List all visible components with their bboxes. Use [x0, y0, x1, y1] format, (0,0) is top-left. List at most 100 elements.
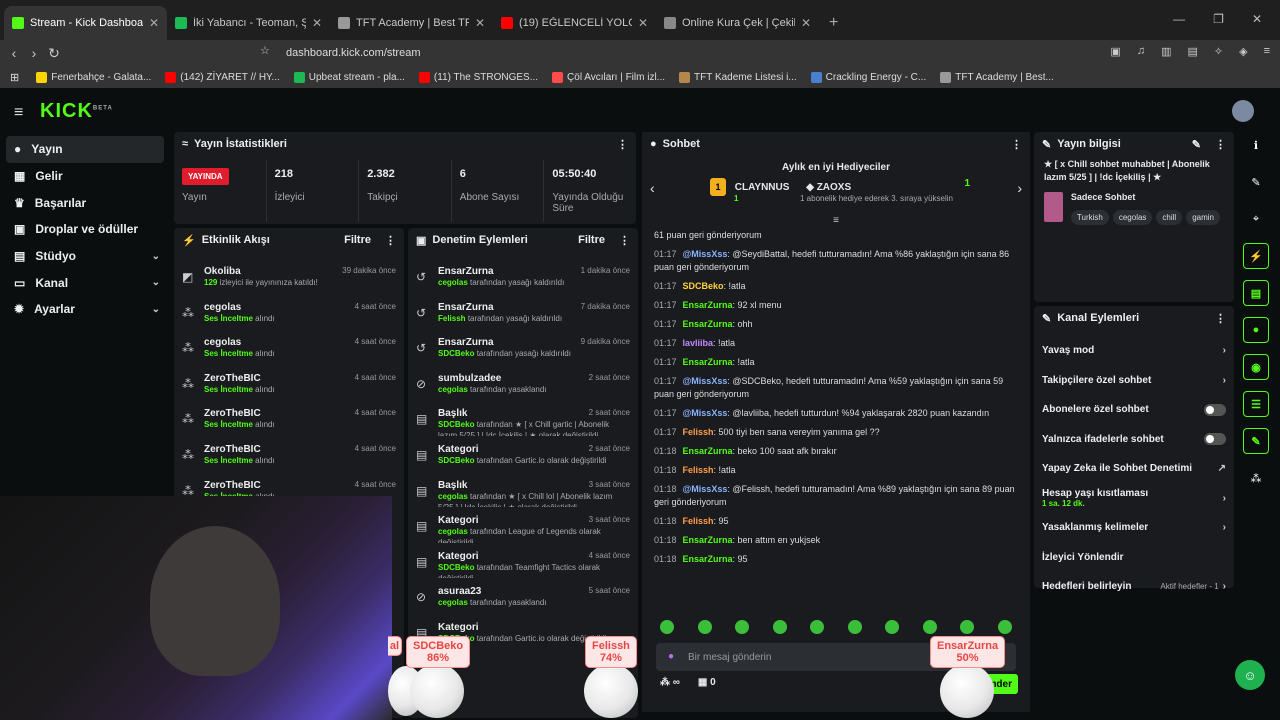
url-field[interactable]: dashboard.kick.com/stream	[256, 42, 998, 64]
channel-action[interactable]: Hedefleri belirleyin Aktif hedefler - 1 ›	[1034, 572, 1234, 602]
moderation-item[interactable]: ⊘ asuraa23 5 saat önce cegolas tarafından y…	[408, 582, 638, 618]
more-icon[interactable]: ⋮	[385, 234, 396, 247]
activity-item[interactable]: ⁂ ZeroTheBIC 4 saat önce Ses İnceltme alınd…	[174, 369, 404, 405]
more-icon[interactable]: ⋮	[1011, 138, 1022, 151]
activity-item[interactable]: ◩ Okoliba 39 dakika önce 129 izleyici ile y…	[174, 262, 404, 298]
chat-user[interactable]: Felissh	[683, 516, 714, 526]
emote-icon[interactable]	[697, 620, 712, 634]
moderation-item[interactable]: ⊘ sumbulzadee 2 saat önce cegolas tarafında…	[408, 369, 638, 405]
channel-action[interactable]: Takipçilere özel sohbet ›	[1034, 366, 1234, 396]
browser-tab[interactable]: İki Yabancı - Teoman, Şebnem Fe ✕	[167, 6, 330, 40]
channel-action[interactable]: Hesap yaşı kısıtlaması 1 sa. 12 dk. ›	[1034, 484, 1234, 514]
moderation-item[interactable]: ↺ EnsarZurna 9 dakika önce SDCBeko tarafınd…	[408, 333, 638, 369]
activity-item[interactable]: ⁂ cegolas 4 saat önce Ses İnceltme alındı	[174, 333, 404, 369]
moderation-item[interactable]: ▤ Başlık 3 saat önce cegolas tarafından ★ […	[408, 476, 638, 512]
sidebar-item[interactable]: ● Yayın	[6, 136, 164, 163]
music-icon[interactable]: ♫	[1137, 45, 1145, 58]
chat-user[interactable]: Felissh	[683, 427, 714, 437]
close-tab-icon[interactable]: ✕	[312, 16, 322, 30]
shield-icon[interactable]: ◈	[1239, 45, 1247, 58]
menu-toggle-icon[interactable]: ≡	[14, 104, 23, 122]
note-icon[interactable]: ▤	[1243, 280, 1269, 306]
emote-icon[interactable]	[772, 620, 787, 634]
reload-icon[interactable]: ↻	[44, 45, 64, 62]
close-window-icon[interactable]: ✕	[1252, 12, 1262, 26]
channel-action[interactable]: İzleyici Yönlendir	[1034, 543, 1234, 573]
channel-action[interactable]: Yalnızca ifadelerle sohbet	[1034, 425, 1234, 455]
next-icon[interactable]: ›	[1017, 180, 1022, 196]
avatar[interactable]	[1232, 100, 1254, 122]
mod-icon[interactable]: ⁂	[1243, 465, 1269, 491]
filter-button[interactable]: Filtre	[344, 234, 371, 246]
channel-action[interactable]: Yapay Zeka ile Sohbet Denetimi ↗	[1034, 454, 1234, 484]
chevron-right-icon[interactable]: ›	[1223, 375, 1226, 386]
bolt-icon[interactable]: ⚡	[1243, 243, 1269, 269]
chevron-down-icon[interactable]: ⌄	[152, 277, 160, 288]
browser-tab[interactable]: (19) EĞLENCELİ YOLCULUĞUN SONU ✕	[493, 6, 656, 40]
info-icon[interactable]: ℹ	[1243, 132, 1269, 158]
mic-icon[interactable]: ●	[668, 651, 674, 662]
bookmark-item[interactable]: Çöl Avcıları | Film izl...	[545, 71, 672, 83]
bookmark-item[interactable]: (11) The STRONGES...	[412, 71, 545, 83]
more-icon[interactable]: ⋮	[1215, 312, 1226, 325]
prev-icon[interactable]: ‹	[650, 180, 655, 196]
activity-item[interactable]: ⁂ cegolas 4 saat önce Ses İnceltme alındı	[174, 298, 404, 334]
chat-user[interactable]: EnsarZurna	[683, 357, 733, 367]
wallet-icon[interactable]: ▤	[1187, 45, 1197, 58]
bookmark-icon[interactable]: ☆	[260, 44, 270, 57]
apps-icon[interactable]: ⊞	[0, 71, 29, 84]
new-tab-icon[interactable]: +	[819, 14, 848, 40]
chevron-right-icon[interactable]: ›	[1223, 345, 1226, 356]
chevron-right-icon[interactable]: ›	[1223, 493, 1226, 504]
more-icon[interactable]: ⋮	[1215, 138, 1226, 151]
chevron-down-icon[interactable]: ⌄	[152, 304, 160, 315]
close-tab-icon[interactable]: ✕	[638, 16, 648, 30]
chat-user[interactable]: @MissXss	[683, 376, 728, 386]
sidebar-item[interactable]: ▭ Kanal ⌄	[6, 269, 164, 296]
emote-icon[interactable]	[847, 620, 862, 634]
emote-icon[interactable]	[922, 620, 937, 634]
browser-tab[interactable]: Online Kura Çek | Çekiliş Yap ✕	[656, 6, 819, 40]
sidebar-item[interactable]: ▤ Stüdyo ⌄	[6, 243, 164, 270]
chevron-right-icon[interactable]: ›	[1223, 581, 1226, 592]
external-link-icon[interactable]: ↗	[1218, 463, 1226, 474]
chat-user[interactable]: EnsarZurna	[683, 446, 733, 456]
sidebar-item[interactable]: ▦ Gelir	[6, 163, 164, 190]
moderation-item[interactable]: ▤ Kategori 4 saat önce SDCBeko tarafından T…	[408, 547, 638, 583]
chat-user[interactable]: EnsarZurna	[683, 300, 733, 310]
chat-user[interactable]: SDCBeko	[683, 281, 724, 291]
chat-user[interactable]: EnsarZurna	[683, 554, 733, 564]
channel-action[interactable]: Yasaklanmış kelimeler ›	[1034, 513, 1234, 543]
screen-icon[interactable]: ▣	[1110, 45, 1120, 58]
emote-icon[interactable]	[960, 620, 975, 634]
moderation-item[interactable]: ▤ Kategori 2 saat önce SDCBeko tarafından G…	[408, 440, 638, 476]
channel-action[interactable]: Abonelere özel sohbet	[1034, 395, 1234, 425]
chevron-down-icon[interactable]: ⌄	[152, 251, 160, 262]
chat-user[interactable]: @MissXss	[683, 484, 728, 494]
moderation-item[interactable]: ▤ Başlık 2 saat önce SDCBeko tarafından ★ […	[408, 404, 638, 440]
more-icon[interactable]: ⋮	[617, 138, 628, 151]
list-icon[interactable]: ☰	[1243, 391, 1269, 417]
bookmark-item[interactable]: Crackling Energy - C...	[804, 71, 934, 83]
moderation-item[interactable]: ↺ EnsarZurna 7 dakika önce Felissh tarafınd…	[408, 298, 638, 334]
points-counter[interactable]: ▦ 0	[698, 677, 716, 688]
tag-chip[interactable]: cegolas	[1112, 210, 1153, 225]
more-icon[interactable]: ⋮	[619, 234, 630, 247]
tag-chip[interactable]: chill	[1156, 210, 1183, 225]
chat-user[interactable]: Felissh	[683, 465, 714, 475]
close-tab-icon[interactable]: ✕	[801, 16, 811, 30]
chat-user[interactable]: lavliiba	[683, 338, 714, 348]
bookmark-item[interactable]: TFT Kademe Listesi i...	[672, 71, 804, 83]
filter-button[interactable]: Filtre	[578, 234, 605, 246]
sidebar-item[interactable]: ✹ Ayarlar ⌄	[6, 296, 164, 323]
extension-icon[interactable]: ✧	[1214, 45, 1223, 58]
sidebar-icon[interactable]: ▥	[1161, 45, 1171, 58]
broadcast-icon[interactable]: ◉	[1243, 354, 1269, 380]
sidebar-item[interactable]: ♛ Başarılar	[6, 189, 164, 216]
edit-icon[interactable]: ✎	[1243, 169, 1269, 195]
activity-item[interactable]: ⁂ ZeroTheBIC 4 saat önce Ses İnceltme alınd…	[174, 440, 404, 476]
support-chat-button[interactable]: ☺	[1235, 660, 1265, 690]
emote-icon[interactable]	[810, 620, 825, 634]
emote-icon[interactable]	[885, 620, 900, 634]
chat-user[interactable]: @MissXss	[683, 408, 728, 418]
